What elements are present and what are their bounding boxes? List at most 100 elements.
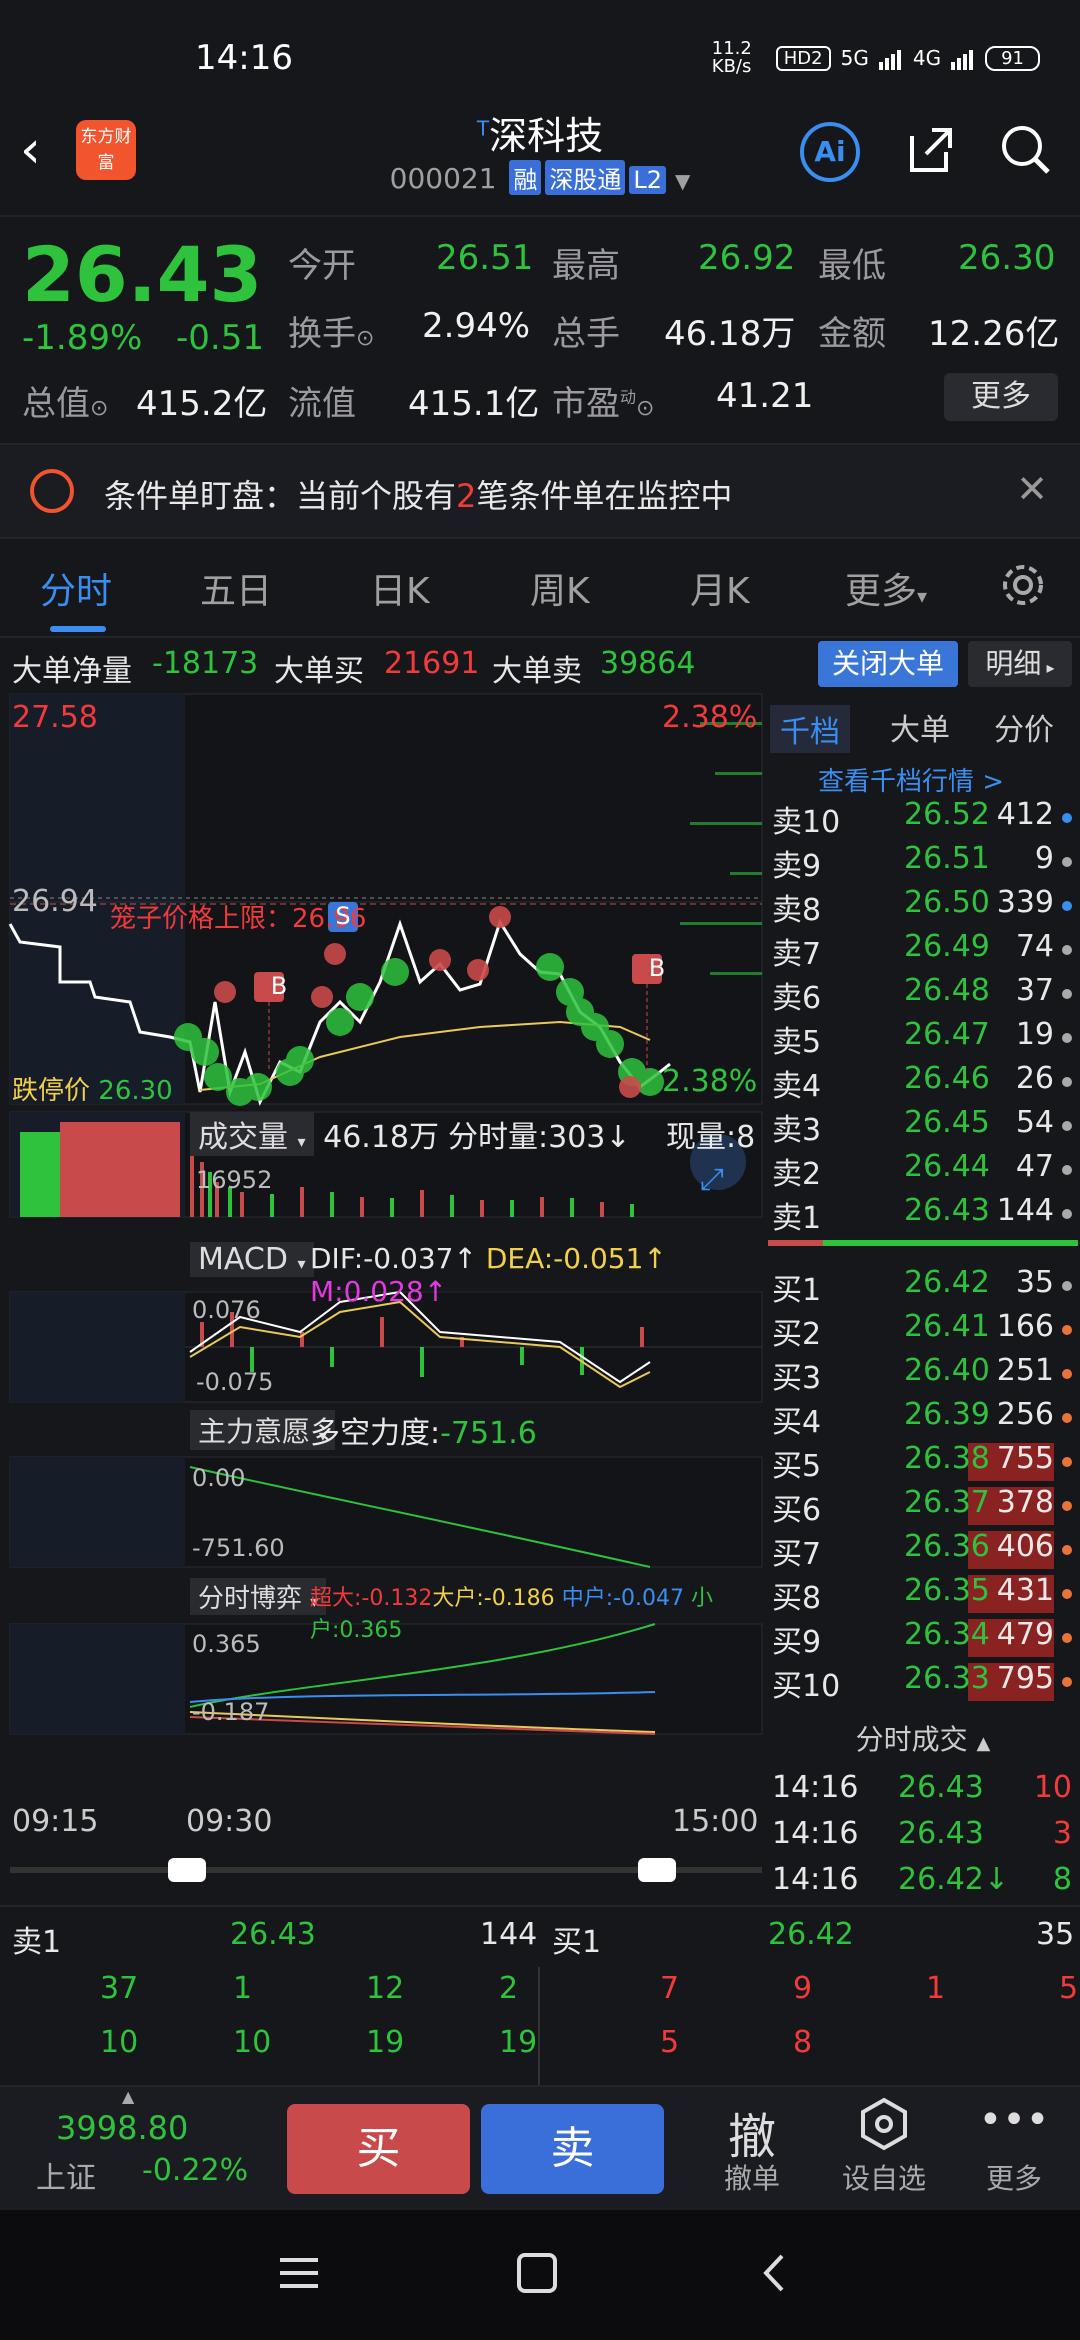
buy-marker-1[interactable]: B — [264, 972, 294, 1000]
tab-five-day[interactable]: 五日 — [200, 562, 272, 614]
buy-level-row[interactable]: 买10 26.33 795 — [772, 1661, 1072, 1705]
more-button[interactable]: 更多 — [944, 373, 1058, 421]
queue-cell: 10 — [100, 2025, 139, 2060]
share-icon[interactable] — [900, 122, 960, 182]
level-volume: 412 — [996, 797, 1054, 832]
more-actions-button[interactable]: ••• 更多 — [954, 2097, 1074, 2197]
notice-suffix: 笔条件单在监控中 — [476, 477, 733, 515]
intraday-chart[interactable]: 27.58 2.38% 26.94 笼子价格上限：26.96 跌停价 26.30… — [0, 692, 764, 1892]
mktcap-label[interactable]: 总值⊙ — [22, 376, 108, 425]
level-dot-icon — [1062, 1545, 1072, 1555]
trade-bar: ▲ 3998.80 上证 -0.22% 买 卖 撤 撤单 设自选 ••• 更多 — [0, 2085, 1080, 2210]
tab-monthly-k[interactable]: 月K — [690, 562, 750, 614]
nav-home-icon[interactable] — [514, 2250, 560, 2300]
sell-level-row[interactable]: 卖6 26.48 37 — [772, 973, 1072, 1017]
notice-count: 2 — [456, 477, 477, 515]
buy-marker-2[interactable]: B — [642, 954, 672, 982]
level-price: 26.46 — [904, 1061, 990, 1096]
game-indicator[interactable]: 分时博弈 ▾ — [190, 1578, 327, 1615]
level-volume: 54 — [1015, 1105, 1054, 1140]
level-label: 卖1 — [772, 1201, 822, 1236]
macd-values: DIF:-0.037↑ DEA:-0.051↑ M:0.028↑ — [310, 1242, 667, 1308]
sell-level-row[interactable]: 卖5 26.47 19 — [772, 1017, 1072, 1061]
force-low-label: -751.60 — [192, 1534, 285, 1562]
volume-indicator[interactable]: 成交量 ▾ 46.18万 — [190, 1112, 439, 1156]
tab-daily-k[interactable]: 日K — [370, 562, 430, 614]
level-price: 26.34 — [904, 1617, 990, 1652]
sell-level-row[interactable]: 卖4 26.46 26 — [772, 1061, 1072, 1105]
cancel-order-button[interactable]: 撤 撤单 — [692, 2097, 812, 2197]
level-volume: 406 — [996, 1529, 1054, 1564]
sell-level-row[interactable]: 卖9 26.51 9 — [772, 841, 1072, 885]
nav-menu-icon[interactable] — [276, 2250, 322, 2300]
buy-level-row[interactable]: 买7 26.36 406 — [772, 1529, 1072, 1573]
level-label: 买9 — [772, 1625, 822, 1660]
turnover-label[interactable]: 换手⊙ — [288, 306, 374, 355]
level-price: 26.41 — [904, 1309, 990, 1344]
tick-price: 26.43 — [898, 1816, 984, 1851]
nav-back-icon[interactable] — [752, 2250, 798, 2300]
level-price: 26.40 — [904, 1353, 990, 1388]
view-more-link[interactable]: 查看千档行情 > — [818, 761, 1004, 798]
expand-icon[interactable]: ⤢ — [700, 1162, 724, 1197]
level-label: 卖3 — [772, 1113, 822, 1148]
level-volume: 479 — [996, 1617, 1054, 1652]
sell-level-row[interactable]: 卖8 26.50 339 — [772, 885, 1072, 929]
sell-level-row[interactable]: 卖7 26.49 74 — [772, 929, 1072, 973]
open-label: 今开 — [288, 246, 356, 286]
tick-row: 14:16 26.43 3 — [772, 1816, 1072, 1860]
big-buy-value: 21691 — [384, 646, 480, 681]
sell-level-row[interactable]: 卖2 26.44 47 — [772, 1149, 1072, 1193]
buy-level-row[interactable]: 买1 26.42 35 — [772, 1265, 1072, 1309]
sell-button[interactable]: 卖 — [481, 2104, 664, 2194]
time-end: 15:00 — [672, 1804, 759, 1839]
level-volume: 144 — [996, 1193, 1054, 1228]
detail-button[interactable]: 明细 ▸ — [968, 641, 1072, 687]
index-value[interactable]: 3998.80 — [56, 2109, 188, 2147]
macd-indicator[interactable]: MACD ▾ — [190, 1242, 314, 1277]
tick-time: 14:16 — [772, 1770, 859, 1805]
tick-price: 26.43 — [898, 1770, 984, 1805]
big-sell-label: 大单卖 — [492, 654, 582, 689]
buy-level-row[interactable]: 买5 26.38 755 — [772, 1441, 1072, 1485]
close-big-order-button[interactable]: 关闭大单 — [818, 641, 958, 687]
long-short-force: 多空力度:-751.6 — [310, 1416, 537, 1451]
sell-marker[interactable]: S — [328, 902, 358, 930]
sell-level-row[interactable]: 卖10 26.52 412 — [772, 797, 1072, 841]
settings-icon[interactable] — [998, 560, 1048, 619]
buy-level-row[interactable]: 买8 26.35 431 — [772, 1573, 1072, 1617]
stock-code: 000021 — [389, 162, 497, 195]
ai-icon[interactable]: Ai — [800, 122, 860, 182]
buy-level-row[interactable]: 买3 26.40 251 — [772, 1353, 1072, 1397]
level-volume: 256 — [996, 1397, 1054, 1432]
level-label: 卖10 — [772, 805, 841, 840]
ticks-title[interactable]: 分时成交 ▲ — [768, 1718, 1078, 1758]
level-label: 买6 — [772, 1493, 822, 1528]
buy-button[interactable]: 买 — [287, 2104, 470, 2194]
pe-label[interactable]: 市盈动⊙ — [552, 376, 654, 425]
level-price: 26.39 — [904, 1397, 990, 1432]
tab-big-orders[interactable]: 大单 — [890, 705, 950, 749]
buy-level-row[interactable]: 买2 26.41 166 — [772, 1309, 1072, 1353]
tick-volume: 3 — [1052, 1816, 1072, 1851]
close-icon[interactable]: ✕ — [1016, 467, 1048, 511]
tab-thousand-level[interactable]: 千档 — [770, 705, 850, 753]
queue-cell: 9 — [793, 1971, 813, 2006]
expand-arrow-icon[interactable]: ▲ — [122, 2087, 134, 2106]
tab-more[interactable]: 更多▾ — [845, 562, 927, 614]
search-icon[interactable] — [996, 122, 1056, 182]
level-label: 卖4 — [772, 1069, 822, 1104]
buy-level-row[interactable]: 买9 26.34 479 — [772, 1617, 1072, 1661]
condition-order-notice[interactable]: 条件单盯盘：当前个股有2笔条件单在监控中 ✕ — [0, 443, 1080, 539]
level-volume: 378 — [996, 1485, 1054, 1520]
buy-level-row[interactable]: 买4 26.39 256 — [772, 1397, 1072, 1441]
tab-weekly-k[interactable]: 周K — [530, 562, 590, 614]
current-volume-label: 现量:8 — [666, 1120, 756, 1155]
tab-intraday[interactable]: 分时 — [40, 562, 112, 614]
buy-level-row[interactable]: 买6 26.37 378 — [772, 1485, 1072, 1529]
add-favorite-button[interactable]: 设自选 — [824, 2097, 944, 2197]
sell-level-row[interactable]: 卖1 26.43 144 — [772, 1193, 1072, 1237]
sell-level-row[interactable]: 卖3 26.45 54 — [772, 1105, 1072, 1149]
tab-price-dist[interactable]: 分价 — [994, 705, 1054, 749]
time-open: 09:30 — [186, 1804, 273, 1839]
